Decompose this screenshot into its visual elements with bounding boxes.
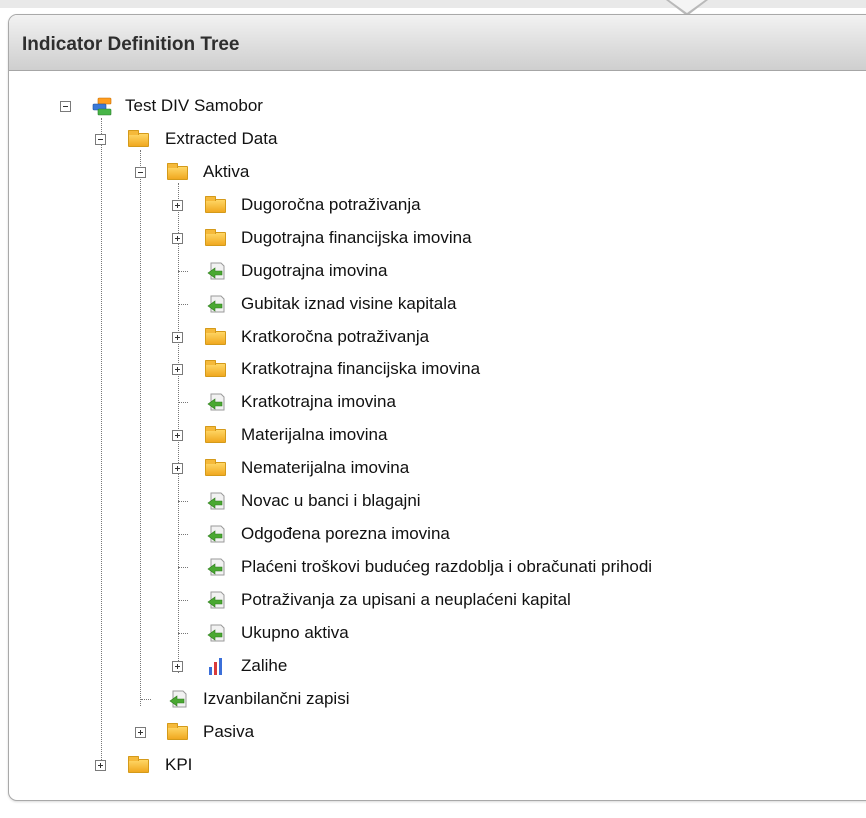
folder-shape	[205, 459, 226, 477]
tree-node-4-label[interactable]: Dugoročna potraživanja	[241, 194, 421, 216]
indicator-arrow-icon	[205, 491, 227, 511]
tree-node-5-label[interactable]: Dugotrajna financijska imovina	[241, 227, 472, 249]
folder-icon	[205, 327, 227, 347]
tree-branch-line	[178, 402, 188, 404]
tree-node-8-label[interactable]: Kratkoročna potraživanja	[241, 326, 429, 348]
bar-chart-icon	[205, 656, 227, 676]
tree-branch-line	[178, 599, 188, 601]
tree-guide-line	[140, 150, 141, 706]
indicator-arrow-icon	[205, 524, 227, 544]
expand-toggle-icon[interactable]	[95, 759, 106, 771]
tree-node-16-label[interactable]: Potraživanja za upisani a neuplaćeni kap…	[241, 589, 571, 611]
tree-node-18-label[interactable]: Zalihe	[241, 655, 287, 677]
indicator-arrow-icon	[205, 557, 227, 577]
tree-node-17-label[interactable]: Ukupno aktiva	[241, 622, 349, 644]
expand-toggle-icon[interactable]	[172, 232, 183, 244]
tree-branch-line	[178, 303, 188, 305]
tree-node-21-label[interactable]: KPI	[165, 754, 192, 776]
expand-toggle-icon[interactable]	[172, 660, 183, 672]
expand-toggle-icon[interactable]	[172, 199, 183, 211]
indicator-arrow-icon	[205, 392, 227, 412]
tree-node-1-label[interactable]: Test DIV Samobor	[125, 95, 263, 117]
tree-guide-line	[101, 118, 102, 768]
expand-toggle-icon[interactable]	[172, 364, 183, 376]
folder-icon	[205, 425, 227, 445]
expand-toggle-icon[interactable]	[172, 463, 183, 475]
folder-shape	[167, 162, 188, 180]
tree-node-3-label[interactable]: Aktiva	[203, 161, 249, 183]
folder-icon	[167, 162, 189, 182]
folder-shape	[205, 426, 226, 444]
tree-node-20-label[interactable]: Pasiva	[203, 721, 254, 743]
database-icon	[91, 96, 113, 116]
tree-node-10-label[interactable]: Kratkotrajna imovina	[241, 391, 396, 413]
tree-node-7-label[interactable]: Gubitak iznad visine kapitala	[241, 293, 456, 315]
folder-icon	[205, 359, 227, 379]
indicator-tree: Test DIV Samobor Extracted Data Aktiva Dugo…	[0, 0, 866, 818]
folder-shape	[205, 195, 226, 213]
folder-icon	[205, 458, 227, 478]
tree-branch-line	[178, 270, 188, 272]
folder-shape	[205, 327, 226, 345]
tree-branch-line	[141, 698, 151, 700]
tree-branch-line	[178, 567, 188, 569]
expand-toggle-icon[interactable]	[135, 726, 146, 738]
indicator-arrow-icon	[205, 261, 227, 281]
tree-node-19-label[interactable]: Izvanbilančni zapisi	[203, 688, 349, 710]
folder-shape	[205, 360, 226, 378]
indicator-arrow-icon	[205, 294, 227, 314]
folder-shape	[128, 755, 149, 773]
expand-toggle-icon[interactable]	[172, 430, 183, 442]
indicator-arrow-icon	[205, 590, 227, 610]
tree-node-13-label[interactable]: Novac u banci i blagajni	[241, 490, 421, 512]
folder-icon	[205, 195, 227, 215]
indicator-arrow-icon	[167, 689, 189, 709]
folder-shape	[205, 228, 226, 246]
folder-shape	[128, 129, 149, 147]
tree-branch-line	[178, 534, 188, 536]
folder-icon	[128, 129, 150, 149]
folder-shape	[167, 722, 188, 740]
tree-branch-line	[178, 501, 188, 503]
folder-icon	[128, 755, 150, 775]
expand-toggle-icon[interactable]	[172, 331, 183, 343]
tree-node-14-label[interactable]: Odgođena porezna imovina	[241, 523, 450, 545]
collapse-toggle-icon[interactable]	[60, 101, 71, 112]
tree-branch-line	[178, 632, 188, 634]
tree-node-9-label[interactable]: Kratkotrajna financijska imovina	[241, 358, 480, 380]
tree-node-2-label[interactable]: Extracted Data	[165, 128, 277, 150]
tree-node-11-label[interactable]: Materijalna imovina	[241, 424, 387, 446]
tree-node-12-label[interactable]: Nematerijalna imovina	[241, 457, 409, 479]
folder-icon	[205, 228, 227, 248]
tree-node-6-label[interactable]: Dugotrajna imovina	[241, 260, 387, 282]
collapse-toggle-icon[interactable]	[135, 166, 146, 178]
folder-icon	[167, 722, 189, 742]
tree-node-15-label[interactable]: Plaćeni troškovi budućeg razdoblja i obr…	[241, 556, 652, 578]
indicator-arrow-icon	[205, 623, 227, 643]
collapse-toggle-icon[interactable]	[95, 133, 106, 145]
